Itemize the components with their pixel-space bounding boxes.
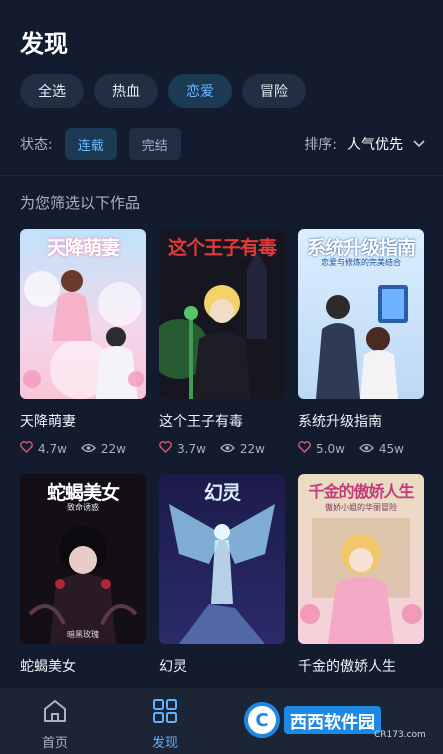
watermark-logo: C 西西软件园 CR173.com: [244, 700, 426, 740]
genre-chip-all[interactable]: 全选: [20, 74, 84, 108]
book-title: 系统升级指南: [298, 414, 382, 430]
book-stats: 3.7w 22w: [159, 441, 285, 456]
book-title: 天降萌妻: [20, 414, 76, 430]
tab-discover-label: 发现: [151, 736, 178, 751]
genre-chip-action[interactable]: 热血: [94, 74, 158, 108]
page-title: 发现: [20, 30, 68, 58]
book-card[interactable]: 系统升级指南 恋爱与修炼的完美结合 系统升级指南 5.0w 45w: [298, 229, 424, 456]
status-completed-button[interactable]: 完结: [128, 128, 181, 160]
like-count: 4.7w: [38, 441, 67, 456]
genre-chip-romance[interactable]: 恋爱: [168, 74, 232, 108]
tab-home[interactable]: 首页: [0, 688, 110, 754]
filter-row: 状态: 连载 完结 排序: 人气优先: [20, 127, 425, 161]
home-icon: [42, 698, 68, 728]
cover-subtitle: 致命诱惑: [67, 503, 99, 512]
like-count: 3.7w: [177, 441, 206, 456]
book-title: 幻灵: [159, 659, 187, 675]
heart-icon: [298, 441, 316, 456]
sort-dropdown[interactable]: 排序: 人气优先: [304, 134, 425, 154]
book-title: 蛇蝎美女: [20, 659, 76, 675]
book-stats: 4.7w 22w: [20, 441, 146, 456]
book-cover: 这个王子有毒: [159, 229, 285, 399]
cover-title: 幻灵: [203, 482, 241, 504]
cover-subtitle: 恋爱与修炼的完美结合: [321, 258, 401, 267]
book-card[interactable]: 天降萌妻 天降萌妻 4.7w 22w: [20, 229, 146, 456]
status-label: 状态:: [20, 137, 53, 153]
sort-label: 排序:: [304, 137, 337, 153]
watermark-subtext: CR173.com: [374, 730, 426, 740]
eye-icon: [359, 442, 379, 456]
book-card[interactable]: 这个王子有毒 这个王子有毒 3.7w 22w: [159, 229, 285, 456]
book-cover: 系统升级指南 恋爱与修炼的完美结合: [298, 229, 424, 399]
book-stats: 5.0w 45w: [298, 441, 424, 456]
book-title: 千金的傲娇人生: [298, 659, 396, 675]
tab-home-label: 首页: [41, 736, 68, 751]
grid-icon: [152, 698, 178, 728]
book-card[interactable]: 蛇蝎美女 致命诱惑 暗黑玫瑰 蛇蝎美女: [20, 474, 146, 676]
book-cover: 千金的傲娇人生 傲娇小姐的华丽冒险: [298, 474, 424, 644]
watermark-icon: C: [244, 702, 280, 738]
eye-icon: [81, 442, 101, 456]
eye-icon: [220, 442, 240, 456]
cover-title: 蛇蝎美女: [46, 482, 120, 504]
view-count: 45w: [378, 441, 404, 456]
sort-value: 人气优先: [347, 137, 403, 153]
cover-title: 系统升级指南: [306, 237, 416, 259]
genre-chip-adventure[interactable]: 冒险: [242, 74, 306, 108]
book-card[interactable]: 幻灵 幻灵: [159, 474, 285, 676]
book-title: 这个王子有毒: [159, 414, 243, 430]
status-ongoing-button[interactable]: 连载: [64, 128, 117, 160]
chevron-down-icon: [413, 136, 425, 152]
view-count: 22w: [100, 441, 126, 456]
cover-footer: 暗黑玫瑰: [67, 630, 99, 639]
cover-title: 千金的傲娇人生: [308, 482, 414, 501]
tab-discover[interactable]: 发现: [110, 688, 220, 754]
section-title: 为您筛选以下作品: [20, 194, 141, 212]
watermark-text: 西西软件园: [284, 706, 381, 734]
book-card[interactable]: 千金的傲娇人生 傲娇小姐的华丽冒险 千金的傲娇人生: [298, 474, 424, 676]
like-count: 5.0w: [316, 441, 345, 456]
divider: [0, 175, 443, 176]
cover-title: 这个王子有毒: [167, 237, 277, 259]
view-count: 22w: [239, 441, 265, 456]
cover-title: 天降萌妻: [46, 237, 120, 259]
cover-subtitle: 傲娇小姐的华丽冒险: [325, 503, 397, 512]
heart-icon: [159, 441, 177, 456]
genre-chip-row: 全选 热血 恋爱 冒险: [20, 74, 306, 108]
book-cover: 天降萌妻: [20, 229, 146, 399]
book-cover: 幻灵: [159, 474, 285, 644]
book-cover: 蛇蝎美女 致命诱惑 暗黑玫瑰: [20, 474, 146, 644]
heart-icon: [20, 441, 38, 456]
